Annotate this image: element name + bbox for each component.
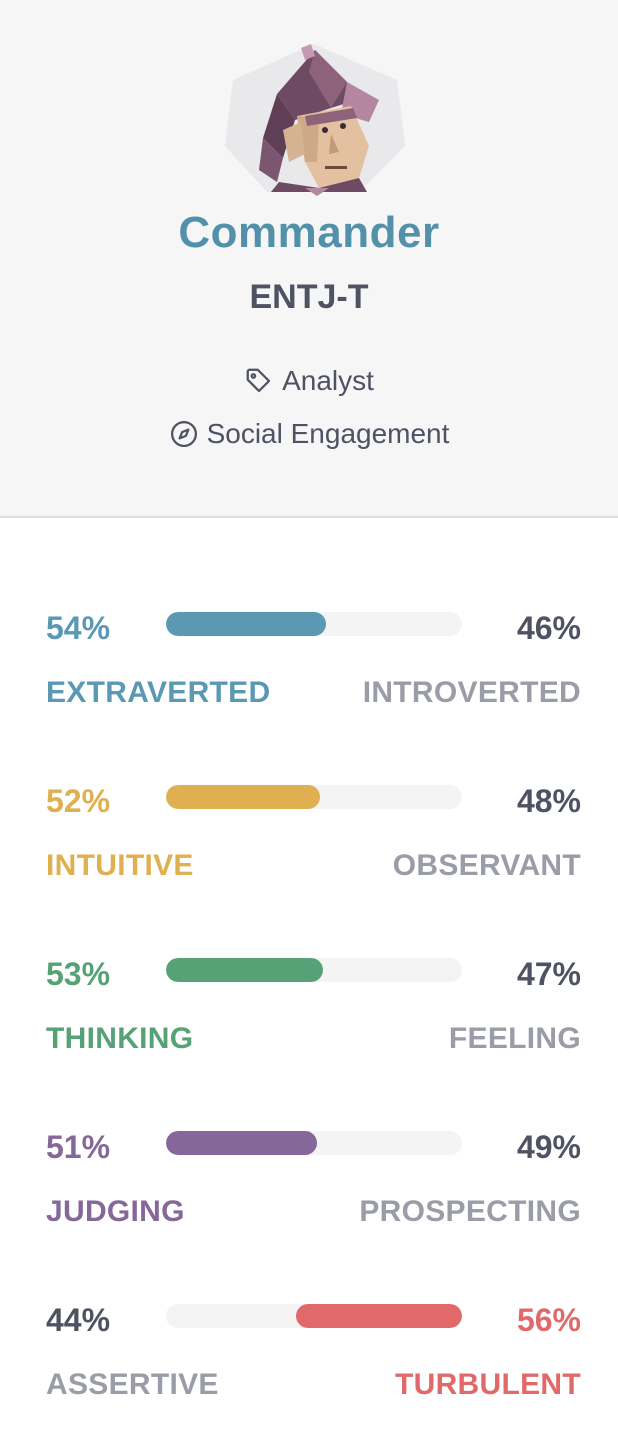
right-trait-label: TURBULENT xyxy=(394,1368,581,1401)
trait-row: 54% 46% EXTRAVERTED INTROVERTED xyxy=(0,600,618,740)
right-trait-label: FEELING xyxy=(448,1022,581,1055)
strategy-row: Social Engagement xyxy=(0,418,618,456)
left-percentage: 54% xyxy=(46,610,111,646)
trait-bar-fill xyxy=(166,785,320,809)
right-percentage: 47% xyxy=(516,956,581,992)
trait-bar xyxy=(166,958,462,982)
profile-header: Commander ENTJ-T Analyst Social Engageme… xyxy=(0,0,618,518)
commander-avatar xyxy=(225,44,405,196)
trait-row: 52% 48% INTUITIVE OBSERVANT xyxy=(0,773,618,913)
tag-icon xyxy=(246,368,271,393)
left-percentage: 53% xyxy=(46,956,111,992)
left-trait-label: JUDGING xyxy=(46,1195,185,1228)
right-percentage: 46% xyxy=(516,610,581,646)
right-percentage: 48% xyxy=(516,783,581,819)
trait-bar xyxy=(166,785,462,809)
trait-bar-fill xyxy=(166,958,323,982)
trait-bar-fill xyxy=(296,1304,462,1328)
trait-row: 53% 47% THINKING FEELING xyxy=(0,946,618,1086)
right-percentage: 49% xyxy=(516,1129,581,1165)
strategy-label: Social Engagement xyxy=(206,418,450,449)
left-percentage: 52% xyxy=(46,783,111,819)
role-label: Analyst xyxy=(282,365,374,396)
trait-bar xyxy=(166,612,462,636)
trait-row: 44% 56% ASSERTIVE TURBULENT xyxy=(0,1292,618,1432)
left-trait-label: THINKING xyxy=(46,1022,194,1055)
right-trait-label: OBSERVANT xyxy=(392,849,581,882)
type-code: ENTJ-T xyxy=(249,278,369,316)
trait-bar-fill xyxy=(166,1131,317,1155)
trait-bar xyxy=(166,1304,462,1328)
trait-bar-fill xyxy=(166,612,326,636)
right-trait-label: PROSPECTING xyxy=(359,1195,581,1228)
type-name: Commander xyxy=(178,208,440,257)
trait-bar xyxy=(166,1131,462,1155)
left-trait-label: ASSERTIVE xyxy=(46,1368,219,1401)
trait-row: 51% 49% JUDGING PROSPECTING xyxy=(0,1119,618,1259)
role-row: Analyst xyxy=(0,365,618,403)
left-trait-label: EXTRAVERTED xyxy=(46,676,271,709)
right-percentage: 56% xyxy=(516,1302,581,1338)
left-percentage: 51% xyxy=(46,1129,111,1165)
compass-icon xyxy=(170,421,197,447)
left-trait-label: INTUITIVE xyxy=(46,849,194,882)
left-percentage: 44% xyxy=(46,1302,111,1338)
right-trait-label: INTROVERTED xyxy=(362,676,581,709)
